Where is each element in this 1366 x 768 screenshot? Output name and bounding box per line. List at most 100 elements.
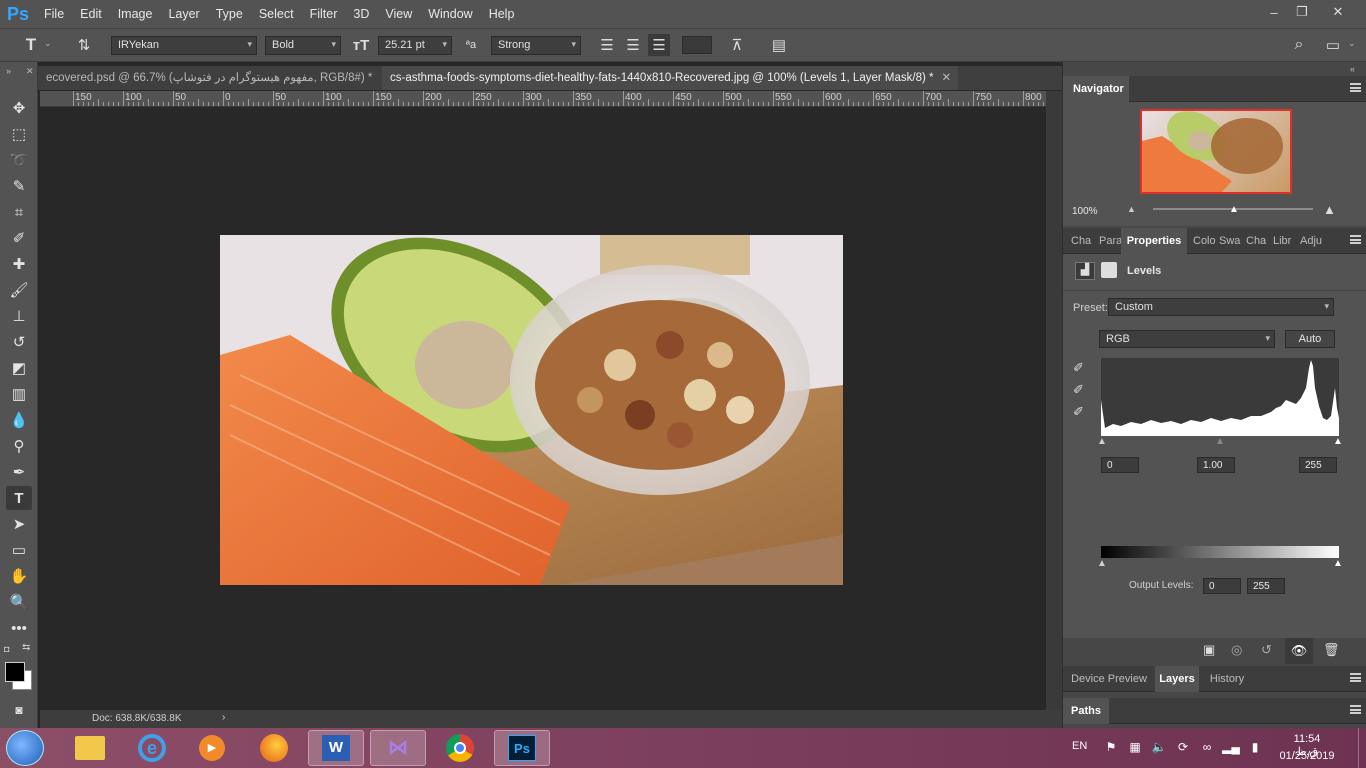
input-black-slider[interactable]: ▲	[1097, 436, 1107, 447]
panel-menu-icon[interactable]	[1350, 235, 1361, 244]
zoom-in-icon[interactable]: ▲	[1323, 202, 1336, 217]
collapse-panels-icon[interactable]: «	[1350, 64, 1355, 74]
history-brush-tool-icon[interactable]: ↺	[6, 330, 32, 354]
blur-tool-icon[interactable]: 💧	[6, 408, 32, 432]
menu-file[interactable]: File	[36, 0, 72, 28]
crop-tool-icon[interactable]: ⌗	[6, 200, 32, 224]
mask-icon[interactable]	[1101, 262, 1117, 278]
photoshop-icon[interactable]: Ps	[494, 730, 550, 766]
preset-select[interactable]: Custom ▾	[1108, 298, 1334, 316]
tab-channels[interactable]: Cha	[1246, 228, 1268, 254]
tab-color[interactable]: Colo	[1193, 228, 1215, 254]
panel-menu-icon[interactable]	[1350, 673, 1361, 682]
show-desktop-button[interactable]	[1358, 728, 1366, 768]
clock-date[interactable]: 01/25/2019	[1278, 750, 1336, 762]
ie-icon[interactable]: e	[124, 730, 180, 766]
type-tool-icon[interactable]: T	[6, 486, 32, 510]
delete-trash-icon[interactable]: 🗑	[1323, 642, 1340, 658]
menu-view[interactable]: View	[377, 0, 420, 28]
zoom-out-icon[interactable]: ▲	[1127, 204, 1136, 214]
output-white-field[interactable]	[1247, 578, 1285, 594]
text-color-swatch[interactable]	[682, 36, 712, 54]
search-icon[interactable]: ⌕	[1288, 34, 1310, 56]
tab-document-1[interactable]: ecovered.psd @ 66.7% (مفهوم هیستوگرام در…	[38, 66, 374, 90]
lasso-tool-icon[interactable]: ➰	[6, 148, 32, 172]
default-colors-icon[interactable]: ◘	[4, 644, 9, 654]
network-status-icon[interactable]: ▦	[1126, 738, 1144, 756]
volume-icon[interactable]: 🔈	[1150, 738, 1168, 756]
close-button[interactable]: ✕	[1320, 0, 1356, 24]
output-black-slider[interactable]: ▲	[1097, 558, 1107, 569]
firefox-icon[interactable]	[246, 730, 302, 766]
vs-icon[interactable]: ⋈	[370, 730, 426, 766]
font-size-select[interactable]: 25.21 pt ▾	[378, 36, 452, 55]
tab-adjustments[interactable]: Adju	[1300, 228, 1326, 254]
auto-button[interactable]: Auto	[1285, 330, 1335, 348]
chevron-down-icon[interactable]: ⌄	[44, 38, 52, 49]
output-white-slider[interactable]: ▲	[1333, 558, 1343, 569]
anti-alias-select[interactable]: Strong ▾	[491, 36, 581, 55]
healing-brush-tool-icon[interactable]: ✚	[6, 252, 32, 276]
tab-character[interactable]: Cha	[1071, 228, 1093, 254]
align-center-icon[interactable]: ☰	[622, 34, 644, 56]
tab-swatches[interactable]: Swa	[1219, 228, 1241, 254]
menu-window[interactable]: Window	[420, 0, 480, 28]
brush-tool-icon[interactable]: 🖌	[6, 278, 32, 302]
menu-type[interactable]: Type	[208, 0, 251, 28]
close-icon[interactable]: ✕	[941, 72, 951, 84]
view-previous-state-icon[interactable]: ◎	[1231, 642, 1242, 658]
input-gamma-field[interactable]	[1197, 457, 1235, 473]
input-black-field[interactable]	[1101, 457, 1139, 473]
panel-menu-icon[interactable]	[1350, 83, 1361, 92]
marquee-tool-icon[interactable]: ⬚	[6, 122, 32, 146]
menu-help[interactable]: Help	[481, 0, 523, 28]
black-point-eyedropper-icon[interactable]: ✐	[1073, 360, 1084, 376]
tab-properties[interactable]: Properties	[1121, 228, 1187, 254]
chevron-right-icon[interactable]: ›	[222, 712, 225, 723]
gray-point-eyedropper-icon[interactable]: ✐	[1073, 382, 1084, 398]
language-indicator[interactable]: EN	[1072, 740, 1087, 752]
channel-select[interactable]: RGB ▾	[1099, 330, 1275, 348]
warp-text-icon[interactable]: ⊼	[726, 34, 748, 56]
chevron-down-icon[interactable]: ⌄	[1348, 38, 1356, 49]
tab-navigator[interactable]: Navigator	[1063, 76, 1129, 102]
zoom-slider-handle[interactable]: ▲	[1229, 204, 1239, 215]
vertical-scrollbar[interactable]	[1046, 91, 1062, 711]
pen-tool-icon[interactable]: ✒	[6, 460, 32, 484]
tab-history[interactable]: History	[1199, 666, 1255, 692]
tab-paths[interactable]: Paths	[1063, 698, 1109, 724]
type-tool-preset-icon[interactable]: T	[20, 34, 42, 56]
menu-image[interactable]: Image	[110, 0, 161, 28]
move-tool-icon[interactable]: ✥	[6, 96, 32, 120]
collapse-toolbar-icon[interactable]: »	[6, 66, 11, 76]
link-icon[interactable]: ∞	[1198, 738, 1216, 756]
update-icon[interactable]: ⟳	[1174, 738, 1192, 756]
swap-colors-icon[interactable]: ⇆	[22, 642, 30, 653]
tab-paragraph[interactable]: Para	[1099, 228, 1121, 254]
action-center-icon[interactable]: ⚑	[1102, 738, 1120, 756]
eyedropper-tool-icon[interactable]: ✐	[6, 226, 32, 250]
align-left-icon[interactable]: ☰	[596, 34, 618, 56]
menu-layer[interactable]: Layer	[160, 0, 207, 28]
input-white-field[interactable]	[1299, 457, 1337, 473]
menu-filter[interactable]: Filter	[302, 0, 346, 28]
document-image[interactable]	[220, 235, 843, 585]
chrome-icon[interactable]	[432, 730, 488, 766]
navigator-zoom-field[interactable]	[1067, 204, 1119, 218]
gradient-tool-icon[interactable]: ▥	[6, 382, 32, 406]
menu-3d[interactable]: 3D	[345, 0, 377, 28]
font-style-select[interactable]: Bold ▾	[265, 36, 341, 55]
eraser-tool-icon[interactable]: ◩	[6, 356, 32, 380]
path-selection-tool-icon[interactable]: ➤	[6, 512, 32, 536]
word-icon[interactable]: W	[308, 730, 364, 766]
restore-button[interactable]: ❐	[1284, 0, 1320, 24]
rectangle-tool-icon[interactable]: ▭	[6, 538, 32, 562]
white-point-eyedropper-icon[interactable]: ✐	[1073, 404, 1084, 420]
more-tools-icon[interactable]: •••	[6, 616, 32, 640]
power-icon[interactable]: ▮	[1246, 738, 1264, 756]
menu-edit[interactable]: Edit	[72, 0, 110, 28]
start-button-icon[interactable]	[6, 730, 44, 766]
media-icon[interactable]: ▶	[184, 730, 240, 766]
character-panel-toggle-icon[interactable]: ▤	[768, 34, 790, 56]
reset-icon[interactable]: ↺	[1261, 642, 1272, 658]
